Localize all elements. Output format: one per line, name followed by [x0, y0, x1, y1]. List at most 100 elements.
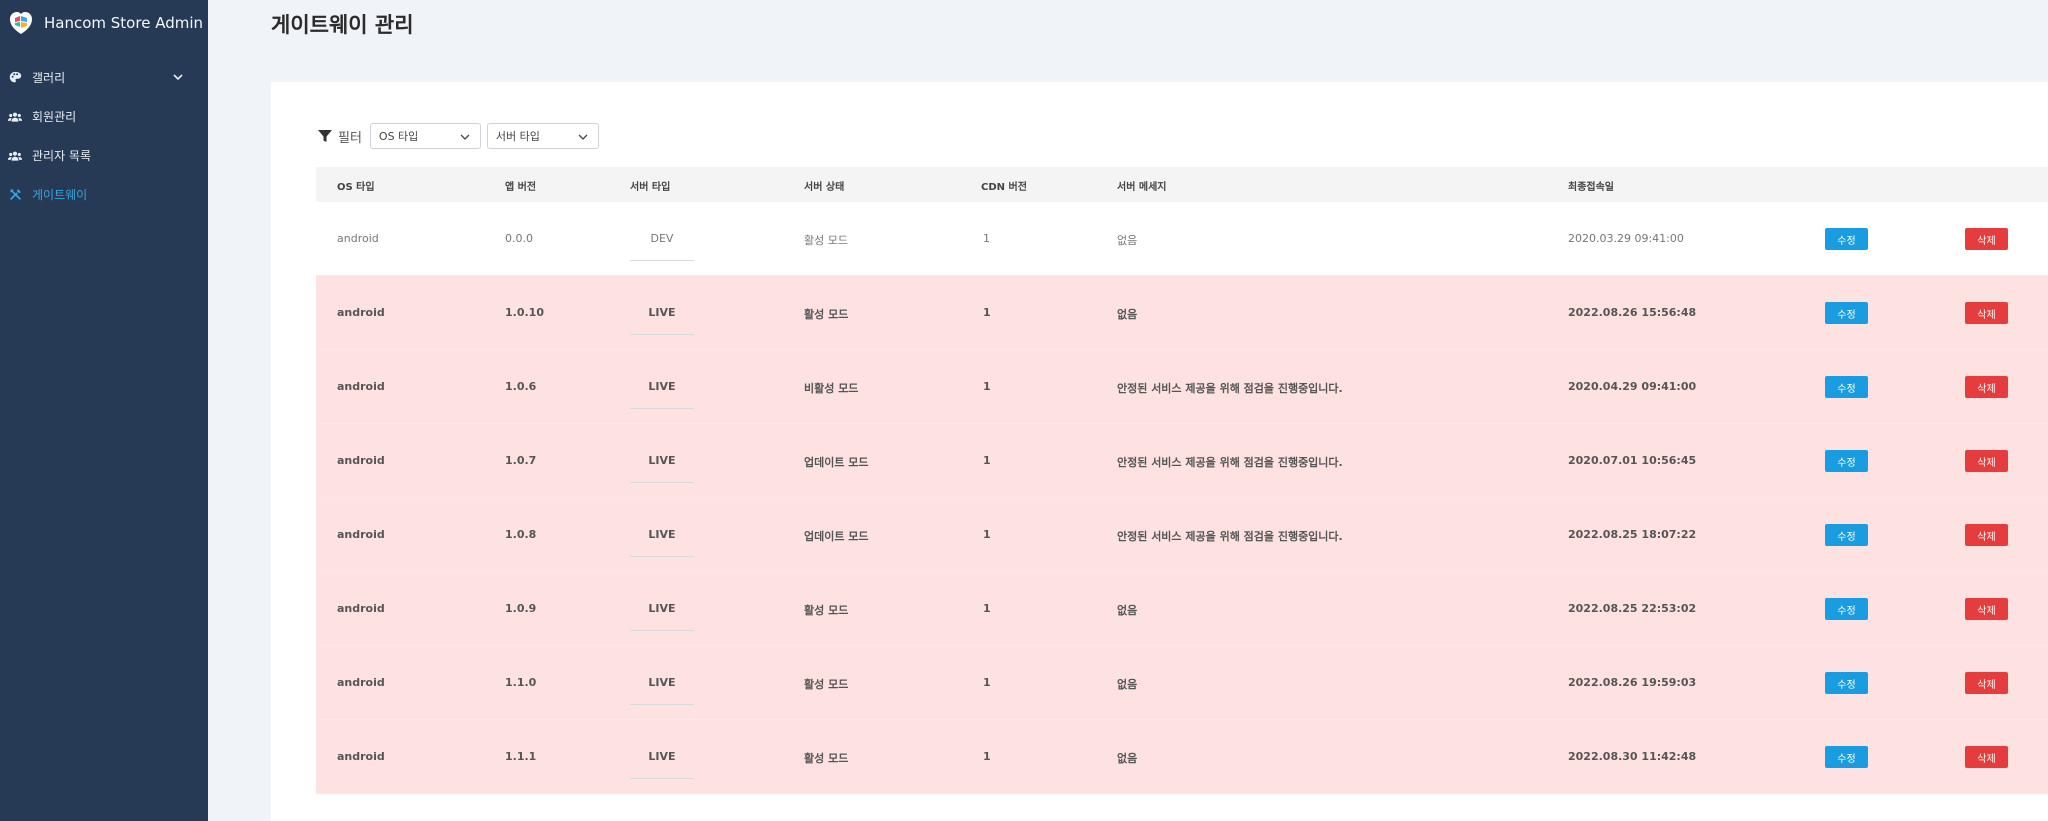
cell-cdn: 1 — [983, 380, 991, 393]
cell-version: 1.0.9 — [505, 602, 537, 615]
chevron-down-icon — [578, 134, 588, 140]
cell-cdn: 1 — [983, 528, 991, 541]
edit-button[interactable]: 수정 — [1825, 450, 1868, 472]
sidebar-item-label: 회원관리 — [32, 110, 77, 124]
hancom-logo-icon — [10, 12, 32, 34]
table-body: android 0.0.0 활성 모드 1 없음 2020.03.29 09:41:00 D… — [316, 202, 2048, 821]
cell-message: 없음 — [1117, 308, 1138, 321]
cell-last: 2020.07.01 10:56:45 — [1568, 454, 1697, 467]
header-app-version: 앱 버전 — [505, 182, 537, 193]
cell-os: android — [337, 676, 385, 689]
chevron-down-icon — [173, 74, 183, 81]
cell-message: 없음 — [1117, 678, 1138, 691]
sidebar-item-gallery[interactable]: 갤러리 — [0, 58, 208, 97]
table-row — [316, 794, 2048, 821]
edit-button[interactable]: 수정 — [1825, 524, 1868, 546]
header-server-status: 서버 상태 — [804, 182, 845, 193]
delete-button[interactable]: 삭제 — [1965, 672, 2008, 694]
delete-button[interactable]: 삭제 — [1965, 524, 2008, 546]
delete-button[interactable]: 삭제 — [1965, 746, 2008, 768]
content-card: 필터 OS 타입 서버 타입 OS 타입 앱 버전 서버 타입 서버 상태 CD… — [271, 82, 2048, 821]
server-type-select[interactable]: 서버 타입 — [486, 123, 599, 149]
cell-os: android — [337, 306, 385, 319]
os-type-select[interactable]: OS 타입 — [369, 123, 481, 149]
cell-message: 없음 — [1117, 234, 1138, 247]
edit-button[interactable]: 수정 — [1825, 228, 1868, 250]
tools-icon — [8, 188, 22, 202]
table-row: android 1.1.1 활성 모드 1 없음 2022.08.30 11:42:48 L… — [316, 720, 2048, 794]
cell-status: 활성 모드 — [804, 604, 849, 617]
cell-message: 안정된 서비스 제공을 위해 점검을 진행중입니다. — [1117, 382, 1343, 395]
cell-os: android — [337, 602, 385, 615]
admins-icon — [8, 149, 22, 163]
sidebar-item-label: 게이트웨이 — [32, 188, 88, 202]
server-type-badge: DEV — [630, 217, 694, 261]
cell-os: android — [337, 528, 385, 541]
cell-version: 1.0.8 — [505, 528, 537, 541]
server-type-badge: LIVE — [630, 513, 694, 557]
cell-version: 0.0.0 — [505, 232, 533, 245]
cell-status: 활성 모드 — [804, 752, 849, 765]
delete-button[interactable]: 삭제 — [1965, 598, 2008, 620]
palette-icon — [8, 71, 22, 85]
cell-cdn: 1 — [983, 232, 990, 245]
edit-button[interactable]: 수정 — [1825, 746, 1868, 768]
delete-button[interactable]: 삭제 — [1965, 376, 2008, 398]
cell-last: 2022.08.25 18:07:22 — [1568, 528, 1697, 541]
cell-version: 1.0.6 — [505, 380, 537, 393]
cell-last: 2022.08.30 11:42:48 — [1568, 750, 1697, 763]
header-last-access: 최종접속일 — [1568, 182, 1614, 193]
cell-last: 2022.08.26 15:56:48 — [1568, 306, 1697, 319]
cell-status: 활성 모드 — [804, 234, 848, 247]
table-row: android 1.0.6 비활성 모드 1 안정된 서비스 제공을 위해 점검을 진행… — [316, 350, 2048, 424]
cell-last: 2020.04.29 09:41:00 — [1568, 380, 1697, 393]
server-type-badge: LIVE — [630, 661, 694, 705]
table-row: android 1.0.10 활성 모드 1 없음 2022.08.26 15:56:48… — [316, 276, 2048, 350]
cell-version: 1.1.0 — [505, 676, 537, 689]
cell-cdn: 1 — [983, 454, 991, 467]
cell-message: 안정된 서비스 제공을 위해 점검을 진행중입니다. — [1117, 530, 1343, 543]
header-cdn-version: CDN 버전 — [981, 182, 1027, 193]
sidebar-item-members[interactable]: 회원관리 — [0, 97, 208, 136]
page-title: 게이트웨이 관리 — [271, 13, 414, 37]
brand-title: Hancom Store Admin — [44, 14, 204, 32]
cell-status: 비활성 모드 — [804, 382, 859, 395]
edit-button[interactable]: 수정 — [1825, 672, 1868, 694]
cell-last: 2020.03.29 09:41:00 — [1568, 232, 1684, 245]
edit-button[interactable]: 수정 — [1825, 598, 1868, 620]
cell-cdn: 1 — [983, 750, 991, 763]
sidebar-menu: 갤러리 회원관리 관리자 목록 게이트웨이 — [0, 58, 208, 214]
server-type-badge: LIVE — [630, 365, 694, 409]
cell-cdn: 1 — [983, 306, 991, 319]
server-type-badge: LIVE — [630, 439, 694, 483]
table-header: OS 타입 앱 버전 서버 타입 서버 상태 CDN 버전 서버 메세지 최종접… — [316, 167, 2048, 202]
sidebar: Hancom Store Admin 갤러리 회원관리 관리자 목록 게이트웨이 — [0, 0, 208, 821]
filter-label: 필터 — [338, 130, 362, 146]
cell-os: android — [337, 380, 385, 393]
cell-version: 1.1.1 — [505, 750, 537, 763]
cell-os: android — [337, 454, 385, 467]
brand[interactable]: Hancom Store Admin — [0, 0, 208, 46]
cell-message: 없음 — [1117, 604, 1138, 617]
edit-button[interactable]: 수정 — [1825, 376, 1868, 398]
cell-cdn: 1 — [983, 676, 991, 689]
delete-button[interactable]: 삭제 — [1965, 450, 2008, 472]
sidebar-item-label: 관리자 목록 — [32, 149, 92, 163]
table-row: android 1.0.8 업데이트 모드 1 안정된 서비스 제공을 위해 점검을 진… — [316, 498, 2048, 572]
os-type-select-value: OS 타입 — [378, 130, 419, 143]
delete-button[interactable]: 삭제 — [1965, 302, 2008, 324]
cell-message: 없음 — [1117, 752, 1138, 765]
cell-last: 2022.08.25 22:53:02 — [1568, 602, 1697, 615]
table-row: android 0.0.0 활성 모드 1 없음 2020.03.29 09:41:00 D… — [316, 202, 2048, 276]
gateway-table: OS 타입 앱 버전 서버 타입 서버 상태 CDN 버전 서버 메세지 최종접… — [316, 167, 2048, 821]
sidebar-item-gateway[interactable]: 게이트웨이 — [0, 175, 208, 214]
delete-button[interactable]: 삭제 — [1965, 228, 2008, 250]
sidebar-item-admins[interactable]: 관리자 목록 — [0, 136, 208, 175]
table-row: android 1.1.0 활성 모드 1 없음 2022.08.26 19:59:03 L… — [316, 646, 2048, 720]
header-server-message: 서버 메세지 — [1117, 182, 1167, 193]
server-type-badge: LIVE — [630, 735, 694, 779]
cell-os: android — [337, 750, 385, 763]
filter-icon — [318, 130, 332, 142]
edit-button[interactable]: 수정 — [1825, 302, 1868, 324]
header-server-type: 서버 타입 — [630, 182, 671, 193]
